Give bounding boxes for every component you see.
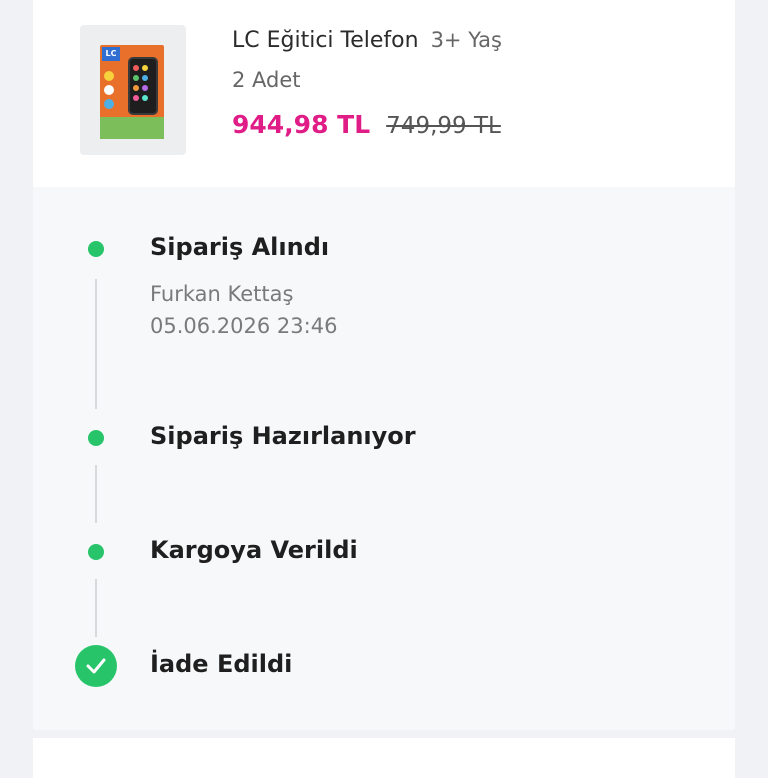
step-datetime: 05.06.2026 23:46	[150, 314, 338, 338]
status-dot	[88, 544, 104, 560]
step-person: Furkan Kettaş	[150, 282, 294, 306]
product-logo: LC	[102, 47, 120, 61]
box-strip	[100, 117, 164, 139]
status-dot	[88, 241, 104, 257]
step-title-received: Sipariş Alındı	[150, 233, 330, 261]
product-quantity: 2 Adet	[232, 68, 301, 92]
product-price: 944,98 TL	[232, 110, 371, 139]
status-dot	[88, 430, 104, 446]
timeline-connector	[95, 579, 97, 637]
order-status-timeline: Sipariş Alındı Furkan Kettaş 05.06.2026 …	[33, 187, 735, 730]
product-age: 3+ Yaş	[430, 28, 502, 52]
timeline-connector	[95, 279, 97, 409]
product-box-illustration: LC	[100, 45, 164, 139]
product-item[interactable]: LC LC Eğitici Telefon 3+ Yaş 2 Adet 944,…	[33, 0, 735, 187]
product-image[interactable]: LC	[80, 25, 186, 155]
order-card: LC LC Eğitici Telefon 3+ Yaş 2 Adet 944,…	[33, 0, 735, 730]
step-title-preparing: Sipariş Hazırlanıyor	[150, 422, 416, 450]
toy-phone-illustration	[128, 57, 158, 115]
check-icon	[75, 645, 117, 687]
product-old-price: 749,99 TL	[386, 113, 501, 139]
step-title-shipped: Kargoya Verildi	[150, 536, 358, 564]
product-name[interactable]: LC Eğitici Telefon	[232, 28, 419, 53]
box-decoration	[104, 71, 124, 111]
timeline-connector	[95, 465, 97, 523]
product-name-row: LC Eğitici Telefon 3+ Yaş	[232, 28, 502, 56]
price-row: 944,98 TL 749,99 TL	[232, 110, 501, 139]
step-title-returned: İade Edildi	[150, 650, 293, 678]
next-card	[33, 738, 735, 778]
